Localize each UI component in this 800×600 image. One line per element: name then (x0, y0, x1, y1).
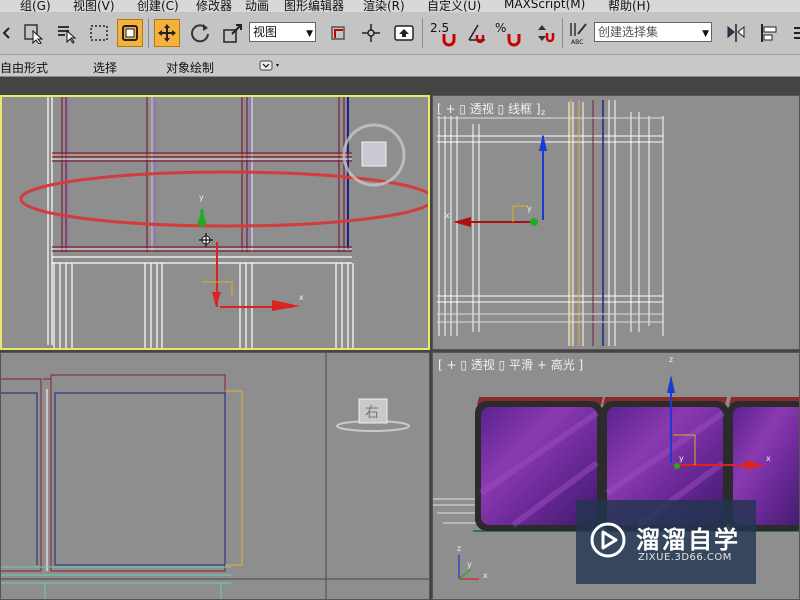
named-selection-placeholder: 创建选择集 (598, 25, 659, 39)
edit-named-selection-button[interactable]: ABC (566, 19, 592, 47)
select-and-rotate-button[interactable] (187, 19, 213, 47)
svg-text:y: y (467, 560, 472, 569)
layers-icon (794, 27, 800, 39)
selection-ellipse (19, 170, 428, 228)
viewport-right[interactable]: 右 (0, 352, 430, 600)
menu-bar: 组(G) 视图(V) 创建(C) 修改器 动画 图形编辑器 渲染(R) 自定义(… (0, 0, 800, 12)
world-axis-tripod: z x y (457, 544, 488, 580)
tab-selection[interactable]: 选择 (93, 59, 117, 76)
chevron-down-icon: ▼ (702, 29, 709, 39)
select-and-manipulate-button[interactable] (358, 19, 384, 47)
gizmo-x-label: x (445, 211, 450, 220)
rect-selection-region-button[interactable] (86, 19, 112, 47)
keyboard-shortcut-icon (394, 25, 414, 41)
viewport-left-wireframe[interactable]: z x y [ + ▯ 透视 ▯ 线框 ] (432, 95, 800, 350)
svg-text:x: x (483, 571, 488, 580)
menu-animation[interactable]: 动画 (245, 0, 269, 12)
chevron-down-icon (259, 60, 279, 71)
cursor-arrow-icon (24, 24, 44, 44)
named-selection-sets-dropdown[interactable]: 创建选择集 ▼ (594, 22, 712, 42)
gizmo-y-label: y (679, 454, 684, 463)
snaps-toggle-button[interactable] (436, 24, 462, 52)
gizmo-y-label: y (527, 204, 532, 213)
window-crossing-button[interactable] (117, 19, 143, 47)
menu-create[interactable]: 创建(C) (137, 0, 179, 12)
front-view-wireframe: y x (19, 97, 428, 348)
select-and-move-button[interactable] (154, 19, 180, 47)
menu-maxscript[interactable]: MAXScript(M) (504, 0, 585, 11)
menu-graph-editors[interactable]: 图形编辑器 (284, 0, 344, 12)
percent-snap-toggle-button[interactable] (501, 24, 527, 52)
watermark-title: 溜溜自学 (636, 526, 740, 554)
keyboard-shortcut-override-button[interactable] (391, 19, 417, 47)
viewport-label[interactable]: [ + ▯ 透视 ▯ 线框 ] (437, 100, 541, 117)
select-by-name-button[interactable] (53, 19, 79, 47)
tab-freeform[interactable]: 自由形式 (0, 59, 48, 76)
menu-help[interactable]: 帮助(H) (608, 0, 650, 12)
gizmo-x-label: x (766, 454, 771, 463)
gizmo-z-label: z (541, 108, 545, 117)
list-select-icon (58, 26, 77, 44)
viewport-label[interactable]: [ + ▯ 透视 ▯ 平滑 + 高光 ] (438, 356, 583, 373)
tab-object-paint[interactable]: 对象绘制 (166, 59, 214, 76)
menu-modifiers[interactable]: 修改器 (196, 0, 232, 12)
play-logo-icon (590, 522, 626, 558)
ribbon-bar: 自由形式 选择 对象绘制 (0, 55, 800, 77)
angle-snap-toggle-button[interactable] (464, 19, 490, 47)
watermark-url: ZIXUE.3D66.COM (638, 552, 732, 563)
magnet-icon (507, 34, 521, 47)
pivot-center-icon (331, 26, 345, 40)
reference-coordinate-dropdown[interactable]: 视图 ▼ (249, 22, 316, 42)
rotate-icon (191, 24, 209, 43)
gizmo-x-label: x (299, 293, 304, 302)
manipulate-icon (362, 24, 380, 42)
select-and-scale-button[interactable] (220, 19, 246, 47)
reference-coordinate-value: 视图 (253, 25, 278, 39)
spinner-snap-toggle-button[interactable] (532, 19, 558, 47)
menu-customize[interactable]: 自定义(U) (427, 0, 481, 12)
window-crossing-icon (122, 25, 138, 41)
menu-view[interactable]: 视图(V) (73, 0, 115, 12)
align-icon (761, 24, 777, 42)
mirror-icon (727, 24, 745, 42)
chevron-left-icon[interactable] (0, 19, 20, 47)
magnet-icon (442, 34, 456, 47)
viewcube-right-label: 右 (365, 405, 379, 421)
gizmo-y-label: y (199, 193, 204, 202)
right-view-wireframe: 右 (1, 353, 429, 599)
viewcube-icon (361, 141, 387, 167)
use-pivot-center-button[interactable] (325, 19, 351, 47)
chevron-down-icon: ▼ (306, 29, 313, 39)
move-arrows-icon (158, 24, 176, 42)
spinner-snap-icon (538, 25, 555, 43)
angle-snap-icon (468, 24, 485, 44)
wireframe-view: z x y (437, 100, 664, 346)
dashed-rect-icon (90, 25, 108, 41)
menu-rendering[interactable]: 渲染(R) (363, 0, 405, 12)
mirror-button[interactable] (723, 19, 749, 47)
svg-text:z: z (457, 544, 461, 553)
scale-icon (223, 24, 242, 43)
ribbon-options-dropdown[interactable] (259, 60, 283, 72)
menu-group[interactable]: 组(G) (20, 0, 51, 12)
viewport-front[interactable]: y x (0, 95, 430, 350)
align-button[interactable] (756, 19, 782, 47)
main-toolbar: 视图 ▼ 2.5 % ABC 创建选择集 ▼ (0, 12, 800, 55)
layer-explorer-button[interactable] (786, 19, 800, 47)
move-cursor-icon (199, 233, 213, 247)
gizmo-z-label: z (669, 355, 673, 364)
select-object-button[interactable] (20, 19, 46, 47)
watermark: 溜溜自学 ZIXUE.3D66.COM (576, 500, 756, 584)
abc-label: ABC (571, 39, 584, 46)
